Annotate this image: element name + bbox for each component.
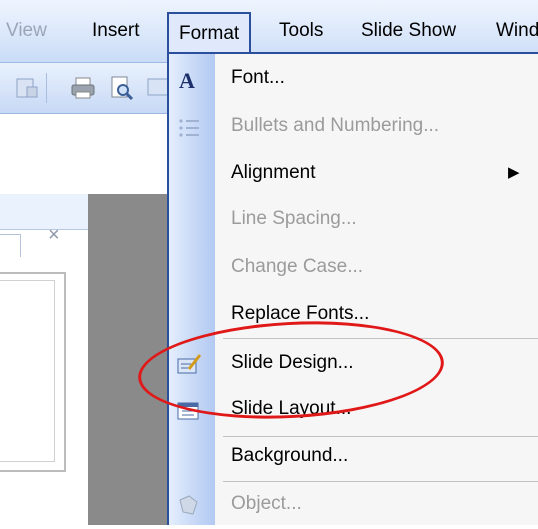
menu-item-slide-design[interactable]: Slide Design... xyxy=(169,341,538,388)
menu-item-font[interactable]: A Font... xyxy=(169,56,538,103)
slides-tab[interactable] xyxy=(0,234,21,257)
menu-item-bullets-numbering[interactable]: Bullets and Numbering... xyxy=(169,104,538,151)
menu-item-change-case-label: Change Case... xyxy=(231,256,364,277)
menu-tools[interactable]: Tools xyxy=(279,20,323,42)
menu-format[interactable]: Format xyxy=(167,12,252,54)
menu-item-slide-layout[interactable]: Slide Layout... xyxy=(169,387,538,434)
slide-design-icon xyxy=(177,354,202,374)
menu-window[interactable]: Wind xyxy=(496,20,538,42)
font-a-icon: A xyxy=(179,68,195,93)
object-icon xyxy=(179,495,198,515)
menu-item-alignment-label: Alignment xyxy=(231,162,316,183)
menu-insert[interactable]: Insert xyxy=(92,20,140,42)
print-icon[interactable] xyxy=(70,75,96,101)
menu-format-label: Format xyxy=(179,23,240,44)
menu-item-object-label: Object... xyxy=(231,493,302,514)
print-preview-icon[interactable] xyxy=(108,75,134,101)
menu-item-font-label: Font... xyxy=(231,67,285,88)
slide-layout-icon xyxy=(177,402,199,420)
menu-item-object[interactable]: Object... xyxy=(169,482,538,529)
menu-item-change-case[interactable]: Change Case... xyxy=(169,245,538,292)
menu-item-background[interactable]: Background... xyxy=(169,434,538,481)
menu-item-slide-layout-label: Slide Layout... xyxy=(231,398,352,419)
menu-item-line-spacing-label: Line Spacing... xyxy=(231,208,357,229)
slides-pane-header xyxy=(0,194,88,230)
menu-item-slide-design-label: Slide Design... xyxy=(231,352,354,373)
slide-editing-area xyxy=(88,194,168,525)
menu-slide-show[interactable]: Slide Show xyxy=(361,20,456,42)
format-menu: A Font... Bullets and Numbering... Align… xyxy=(167,52,538,525)
menu-item-bullets-numbering-label: Bullets and Numbering... xyxy=(231,115,440,136)
bullets-icon xyxy=(179,119,199,137)
menu-item-replace-fonts-label: Replace Fonts... xyxy=(231,303,370,324)
menu-view[interactable]: View xyxy=(6,20,47,42)
toolbar-separator xyxy=(46,73,47,103)
slide-thumbnail-inner xyxy=(0,280,55,462)
menu-item-replace-fonts[interactable]: Replace Fonts... xyxy=(169,292,538,339)
standard-toolbar xyxy=(0,63,169,114)
close-pane-icon[interactable]: × xyxy=(48,224,60,247)
svg-text:A: A xyxy=(179,68,195,93)
menu-item-line-spacing[interactable]: Line Spacing... xyxy=(169,197,538,244)
menu-separator xyxy=(223,338,538,339)
menu-item-alignment[interactable]: Alignment ▶ xyxy=(169,151,538,198)
submenu-arrow-icon: ▶ xyxy=(508,164,520,181)
permission-icon[interactable] xyxy=(14,75,40,101)
menu-item-background-label: Background... xyxy=(231,445,349,466)
